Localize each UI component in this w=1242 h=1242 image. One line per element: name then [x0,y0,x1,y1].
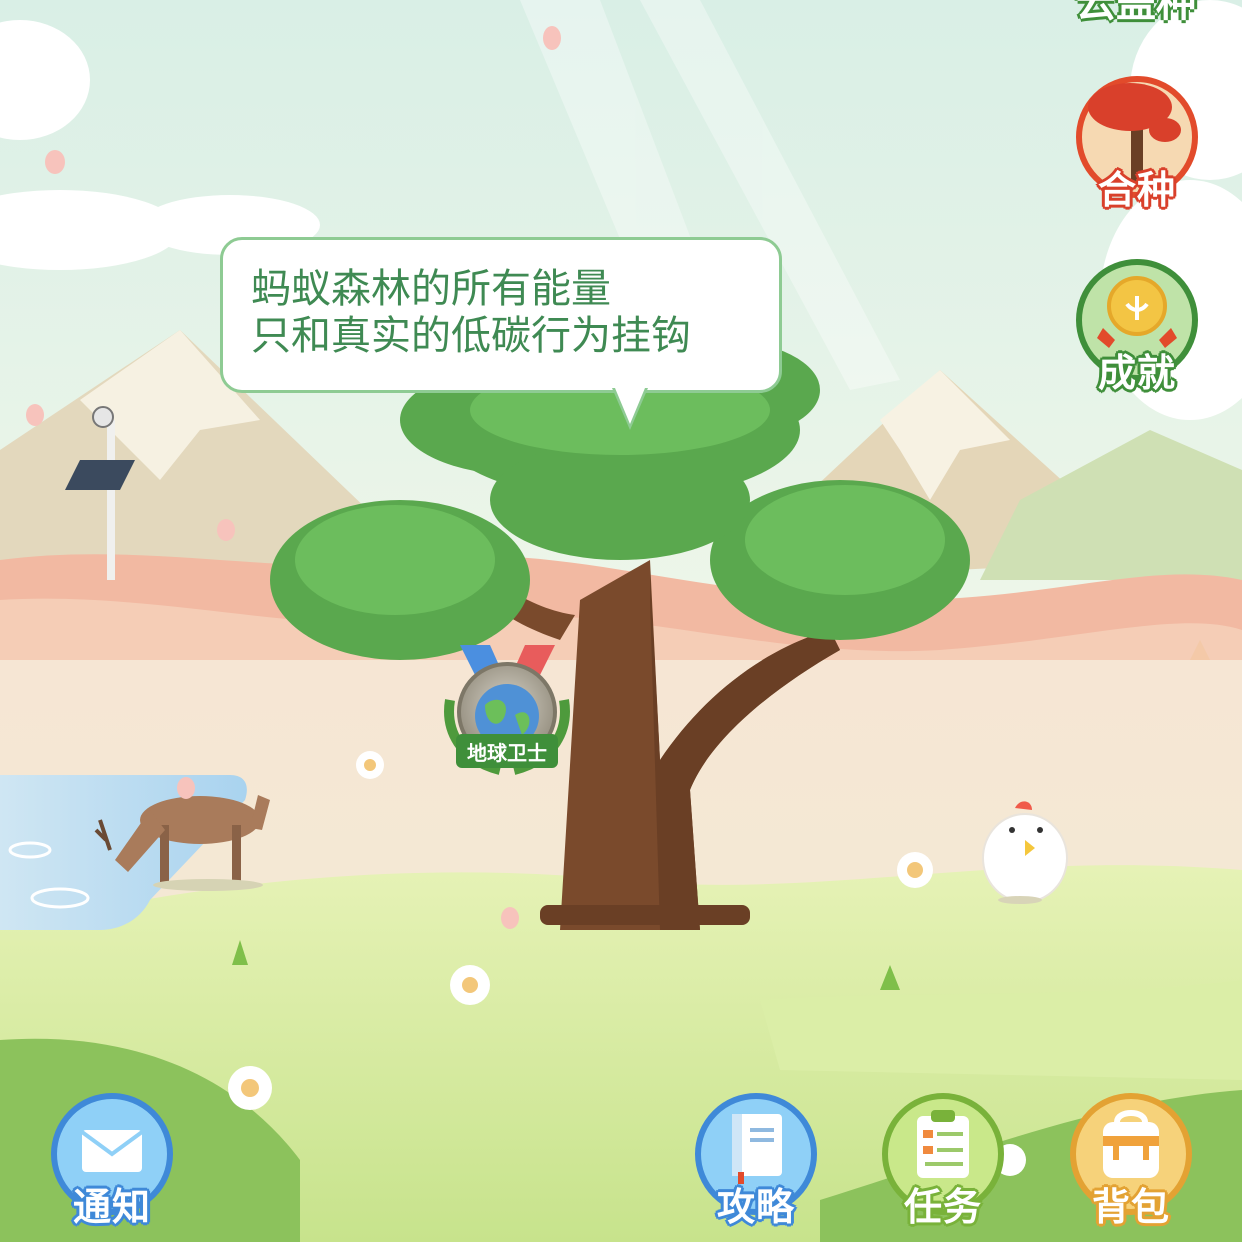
guide-button[interactable]: 攻略 [694,1092,818,1232]
bubble-line-2: 只和真实的低碳行为挂钩 [251,313,691,359]
chengjiu-button[interactable]: 成就 [1075,258,1199,395]
bag-button[interactable]: 背包 [1069,1092,1193,1232]
bubble-tail-inner [615,388,645,424]
guide-label: 攻略 [716,1185,795,1229]
top-cut-label[interactable]: 云盖种 [1076,0,1196,28]
bubble-line-1: 蚂蚁森林的所有能量 [251,266,611,312]
notify-label: 通知 [72,1185,151,1229]
hezhong-label: 合种 [1097,168,1176,212]
task-button[interactable]: 任务 [881,1092,1005,1232]
task-label: 任务 [903,1185,982,1229]
speech-bubble: 蚂蚁森林的所有能量 只和真实的低碳行为挂钩 [220,237,782,393]
forest-scene [0,0,1242,1242]
bag-label: 背包 [1091,1185,1170,1229]
medal-label[interactable]: 地球卫士 [456,737,558,766]
hezhong-button[interactable]: 合种 [1075,75,1199,212]
chengjiu-label: 成就 [1097,351,1176,395]
notify-button[interactable]: 通知 [50,1092,174,1232]
